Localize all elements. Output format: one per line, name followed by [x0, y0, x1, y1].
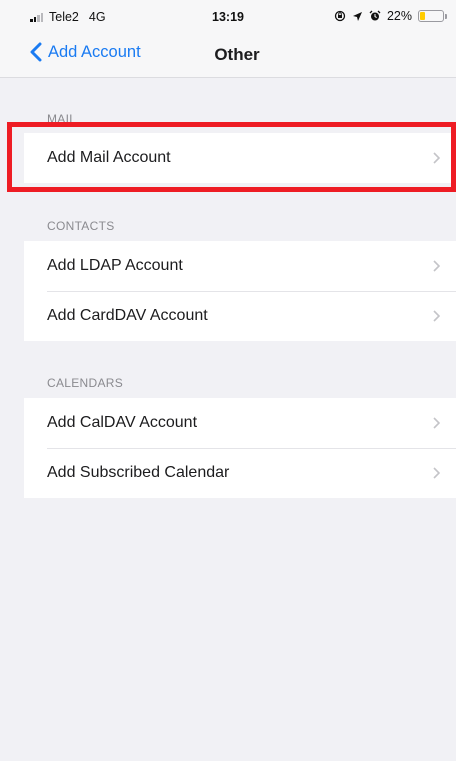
location-icon: [352, 11, 362, 21]
add-subscribed-calendar-row[interactable]: Add Subscribed Calendar: [24, 448, 456, 498]
battery-tip: [445, 14, 447, 19]
row-label: Add Subscribed Calendar: [47, 464, 230, 481]
row-label: Add LDAP Account: [47, 257, 183, 274]
add-carddav-account-row[interactable]: Add CardDAV Account: [24, 291, 456, 341]
network-type: 4G: [88, 10, 106, 24]
status-bar: Tele2 4G 13:19 22%: [0, 0, 456, 30]
group-contacts: Add LDAP Account Add CardDAV Account: [24, 241, 456, 341]
alarm-icon: [369, 10, 381, 21]
section-header-contacts: CONTACTS: [47, 219, 115, 233]
row-label: Add CalDAV Account: [47, 414, 198, 431]
navigation-bar: Add Account Other: [0, 30, 456, 78]
battery-percent: 22%: [386, 9, 412, 23]
chevron-right-icon: [433, 260, 440, 272]
chevron-right-icon: [433, 417, 440, 429]
settings-screen: Tele2 4G 13:19 22% Add Account Other MAI…: [0, 0, 456, 761]
section-header-calendars: CALENDARS: [47, 376, 124, 390]
chevron-right-icon: [433, 310, 440, 322]
carrier-name: Tele2: [49, 10, 79, 24]
row-label: Add CardDAV Account: [47, 307, 208, 324]
status-left: Tele2 4G: [30, 10, 106, 24]
add-ldap-account-row[interactable]: Add LDAP Account: [24, 241, 456, 291]
group-calendars: Add CalDAV Account Add Subscribed Calend…: [24, 398, 456, 498]
row-label: Add Mail Account: [47, 149, 171, 166]
left-margin: [0, 78, 24, 761]
page-title: Other: [214, 45, 260, 64]
group-mail: Add Mail Account: [24, 133, 456, 183]
signal-icon: [30, 12, 43, 22]
add-caldav-account-row[interactable]: Add CalDAV Account: [24, 398, 456, 448]
battery-icon: [418, 10, 447, 22]
add-mail-account-row[interactable]: Add Mail Account: [24, 133, 456, 183]
chevron-right-icon: [433, 152, 440, 164]
chevron-right-icon: [433, 467, 440, 479]
lock-rotation-icon: [334, 10, 346, 22]
status-right: 22%: [334, 9, 447, 23]
battery-fill: [420, 12, 425, 20]
section-header-mail: MAIL: [47, 112, 77, 126]
